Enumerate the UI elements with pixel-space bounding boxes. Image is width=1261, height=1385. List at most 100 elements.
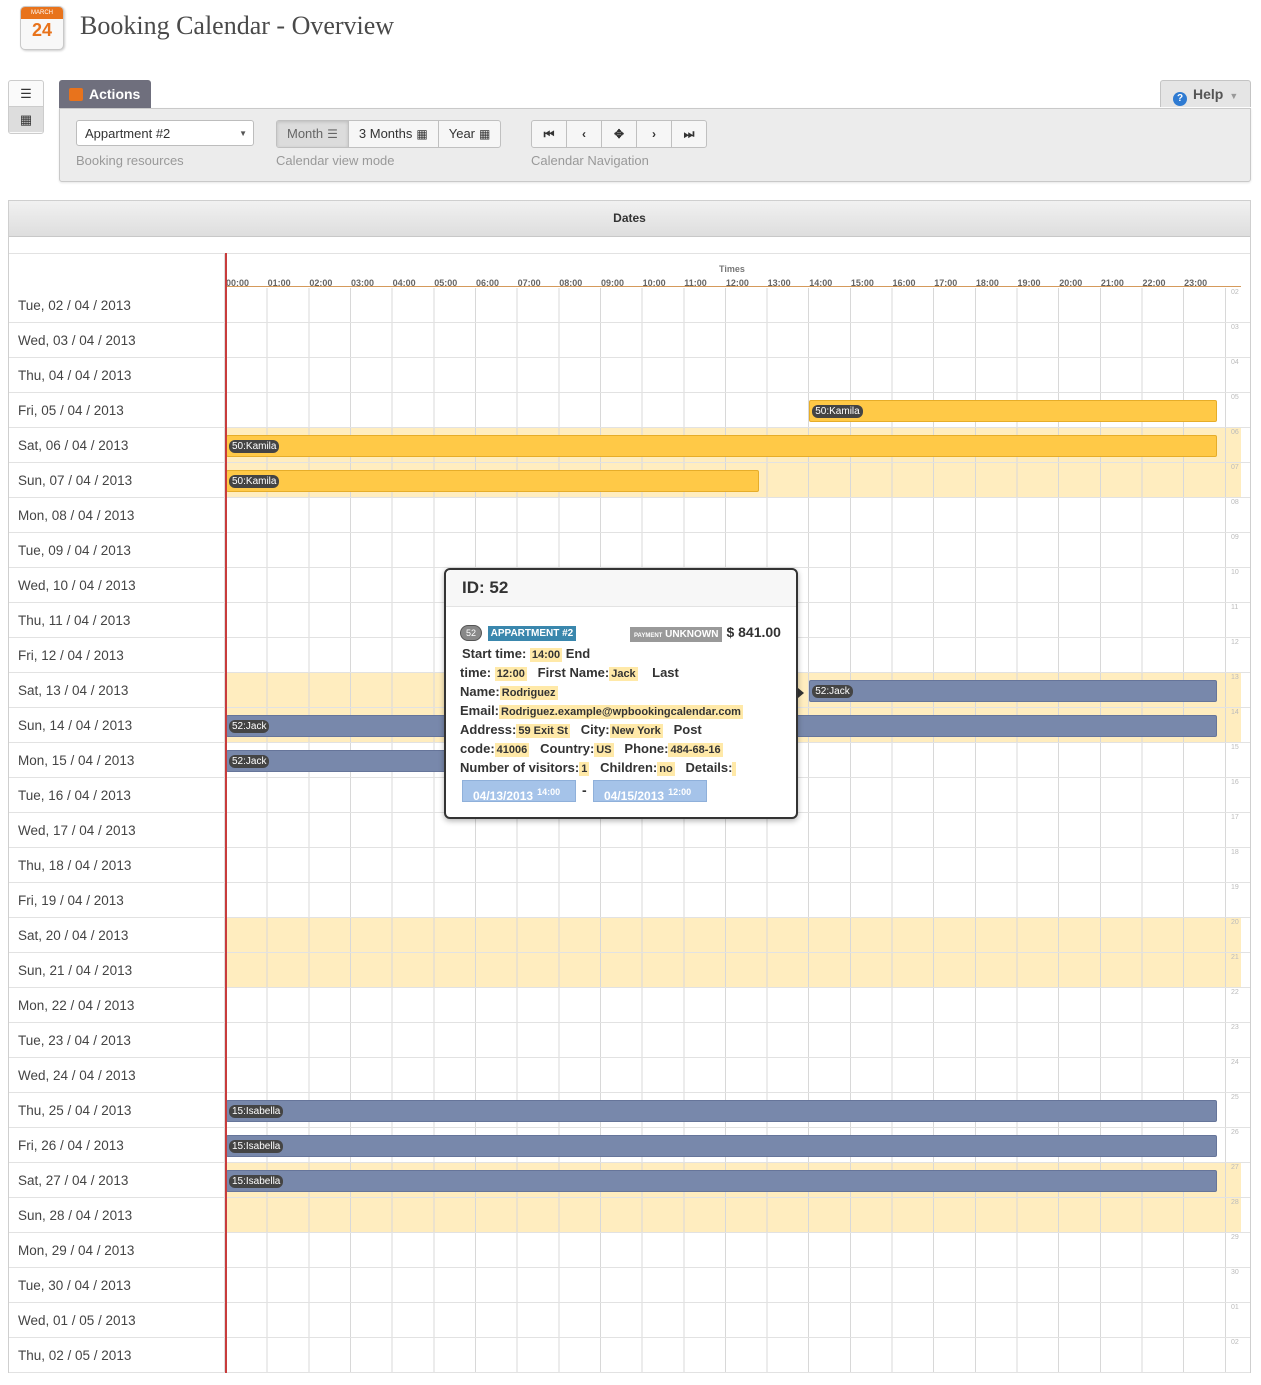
booking-resource-select[interactable]: Appartment #2 ▼: [76, 120, 254, 146]
date-row-cells[interactable]: [226, 1233, 1241, 1267]
date-row-cells[interactable]: [226, 988, 1241, 1022]
booking-bar-label: 52:Jack: [229, 755, 270, 768]
date-row: Fri, 19 / 04 / 2013 19: [9, 883, 1250, 918]
booking-bar[interactable]: 15:Isabella: [226, 1135, 1217, 1157]
date-row-number: 21: [1231, 954, 1239, 961]
next-icon[interactable]: ›: [636, 121, 671, 147]
date-row-label: Sun, 14 / 04 / 2013: [18, 718, 133, 733]
booking-bar[interactable]: 50:Kamila: [226, 435, 1217, 457]
date-row-number: 28: [1231, 1199, 1239, 1206]
booking-bar-label: 52:Jack: [812, 685, 853, 698]
times-underline: [225, 286, 1241, 287]
calendar-navigation-group: ⏮ ‹ ✥ › ⏭: [531, 120, 707, 148]
date-row-cells[interactable]: [226, 498, 1241, 532]
booking-bar[interactable]: 50:Kamila: [226, 470, 759, 492]
calendar-logo-icon: MARCH 24: [20, 6, 64, 50]
date-row-cells[interactable]: [226, 1303, 1241, 1337]
view-year-button[interactable]: Year ▦: [437, 121, 501, 147]
date-row-cells[interactable]: [226, 288, 1241, 322]
date-row-number: 13: [1231, 674, 1239, 681]
value-address: 59 Exit St: [516, 724, 570, 738]
label-post: Post: [673, 722, 702, 737]
date-row: Thu, 02 / 05 / 2013 02: [9, 1338, 1250, 1373]
date-row-cells[interactable]: [226, 1058, 1241, 1092]
date-row-number: 14: [1231, 709, 1239, 716]
date-row-number: 06: [1231, 429, 1239, 436]
date-row-cells[interactable]: [226, 1268, 1241, 1302]
date-row-label: Tue, 09 / 04 / 2013: [18, 543, 131, 558]
date-separator: -: [582, 782, 587, 798]
label-email: Email:: [460, 703, 500, 718]
date-row-cells[interactable]: [226, 953, 1241, 987]
date-row-cells[interactable]: [226, 533, 1241, 567]
popover-line-6: code: 41006 Country: US Phone: 484-68-16: [460, 741, 723, 757]
date-row-cells[interactable]: [226, 1023, 1241, 1057]
date-row-number: 10: [1231, 569, 1239, 576]
view-3months-button[interactable]: 3 Months ▦: [347, 121, 438, 147]
booking-bar[interactable]: 50:Kamila: [809, 400, 1217, 422]
booking-bar[interactable]: 15:Isabella: [226, 1170, 1217, 1192]
current-icon[interactable]: ✥: [601, 121, 636, 147]
label-name: Name:: [460, 684, 500, 699]
popover-arrow: [798, 688, 804, 698]
payment-wrap: PAYMENT UNKNOWN $ 841.00: [630, 624, 781, 642]
booking-bar-label: 15:Isabella: [229, 1175, 284, 1188]
date-row-label: Mon, 08 / 04 / 2013: [18, 508, 135, 523]
label-children: Children:: [600, 760, 658, 775]
date-row-number: 26: [1231, 1129, 1239, 1136]
previous-icon[interactable]: ‹: [566, 121, 601, 147]
date-row-label: Wed, 10 / 04 / 2013: [18, 578, 136, 593]
date-row-label: Mon, 15 / 04 / 2013: [18, 753, 135, 768]
current-time-line: [225, 253, 227, 1373]
date-row-number: 23: [1231, 1024, 1239, 1031]
date-row: Mon, 29 / 04 / 2013 29: [9, 1233, 1250, 1268]
date-row-label: Fri, 26 / 04 / 2013: [18, 1138, 124, 1153]
booking-bar[interactable]: 15:Isabella: [226, 1100, 1217, 1122]
date-row-number: 19: [1231, 884, 1239, 891]
date-row-label: Thu, 18 / 04 / 2013: [18, 858, 132, 873]
calendar-view-icon[interactable]: ▦: [9, 106, 43, 132]
value-country: US: [594, 743, 614, 757]
list-icon: ☰: [327, 127, 338, 141]
date-row-cells[interactable]: [226, 883, 1241, 917]
payment-status-badge: PAYMENT UNKNOWN: [630, 627, 723, 642]
date-row-cells[interactable]: [226, 848, 1241, 882]
value-last-name: Rodriguez: [499, 686, 558, 700]
value-details: [732, 762, 737, 776]
calendar-navigation-label: Calendar Navigation: [531, 153, 649, 168]
actions-tab[interactable]: Actions: [59, 80, 151, 108]
date-row-number: 24: [1231, 1059, 1239, 1066]
date-row-number: 17: [1231, 814, 1239, 821]
date-row-label: Wed, 24 / 04 / 2013: [18, 1068, 136, 1083]
value-first-name: Jack: [609, 667, 638, 681]
view-month-button[interactable]: Month ☰: [277, 121, 348, 147]
booking-bar[interactable]: 52:Jack: [809, 680, 1217, 702]
date-from: 04/13/2013: [473, 789, 534, 803]
label-time: time:: [460, 665, 492, 680]
list-view-icon[interactable]: ☰: [9, 81, 43, 106]
date-row: Sat, 20 / 04 / 2013 20: [9, 918, 1250, 953]
date-row: Tue, 23 / 04 / 2013 23: [9, 1023, 1250, 1058]
date-row-cells[interactable]: [226, 918, 1241, 952]
date-row-number: 05: [1231, 394, 1239, 401]
date-row-cells[interactable]: [226, 1198, 1241, 1232]
first-page-icon[interactable]: ⏮: [532, 121, 566, 147]
date-row-label: Sat, 27 / 04 / 2013: [18, 1173, 129, 1188]
calendar-icon: [69, 88, 83, 101]
date-row: Wed, 03 / 04 / 2013 03: [9, 323, 1250, 358]
date-row-cells[interactable]: [226, 358, 1241, 392]
view-month-label: Month: [287, 126, 324, 141]
date-row-label: Sat, 06 / 04 / 2013: [18, 438, 129, 453]
help-button[interactable]: ? Help ▼: [1160, 80, 1251, 107]
date-row-label: Thu, 25 / 04 / 2013: [18, 1103, 132, 1118]
date-row-number: 02: [1231, 289, 1239, 296]
value-start-time: 14:00: [529, 648, 563, 662]
date-row-cells[interactable]: [226, 1338, 1241, 1372]
last-page-icon[interactable]: ⏭: [671, 121, 706, 147]
date-row-number: 25: [1231, 1094, 1239, 1101]
date-row-cells[interactable]: [226, 323, 1241, 357]
date-row-number: 22: [1231, 989, 1239, 996]
date-row-number: 29: [1231, 1234, 1239, 1241]
popover-title: ID: 52: [446, 570, 796, 607]
date-row-label: Sun, 28 / 04 / 2013: [18, 1208, 133, 1223]
